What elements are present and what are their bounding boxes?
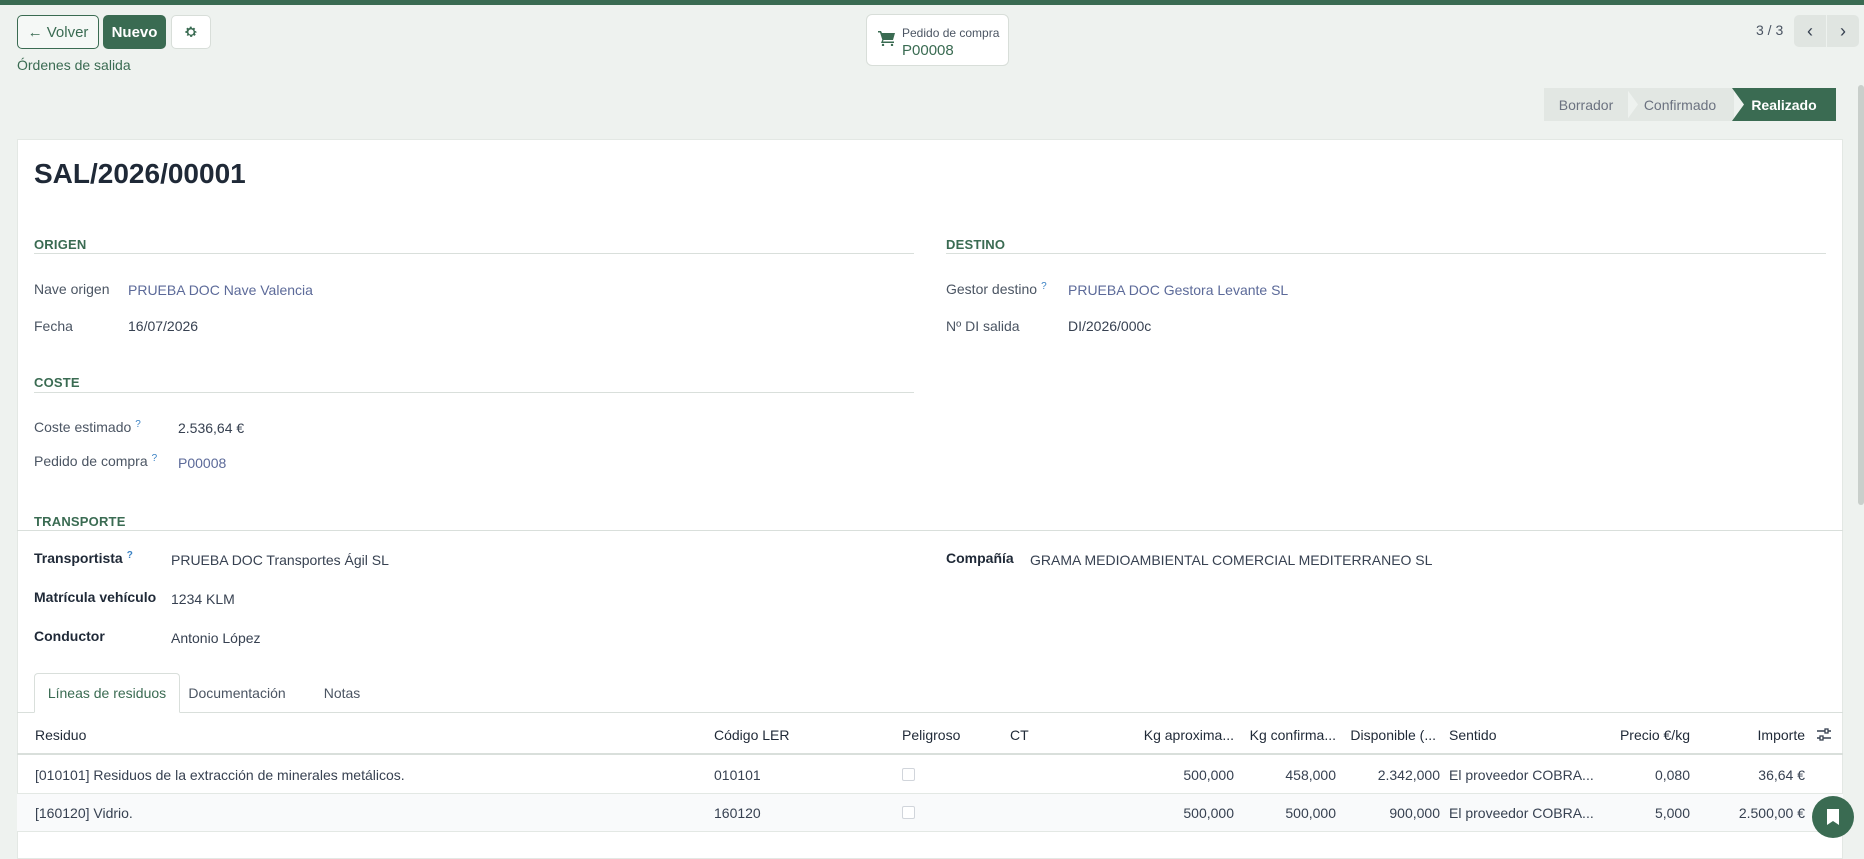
help-icon[interactable]: ? xyxy=(1041,281,1047,292)
cell-kg-confirmado[interactable]: 500,000 xyxy=(1236,805,1336,821)
peligroso-checkbox[interactable] xyxy=(902,806,915,819)
column-header-codigo-ler[interactable]: Código LER xyxy=(714,727,790,743)
smart-button-value: P00008 xyxy=(902,42,954,59)
cell-residuo[interactable]: [160120] Vidrio. xyxy=(35,805,133,821)
cell-codigo-ler[interactable]: 010101 xyxy=(714,767,761,783)
matricula-label: Matrícula vehículo xyxy=(34,589,157,605)
purchase-order-smart-button[interactable]: Pedido de compra P00008 xyxy=(866,14,1009,66)
section-divider xyxy=(17,530,1843,531)
compania-value[interactable]: GRAMA MEDIOAMBIENTAL COMERCIAL MEDITERRA… xyxy=(1030,552,1432,568)
bookmark-icon xyxy=(1827,809,1839,825)
new-button[interactable]: Nuevo xyxy=(103,15,166,49)
tab-notas[interactable]: Notas xyxy=(312,673,372,713)
nave-origen-link[interactable]: PRUEBA DOC Nave Valencia xyxy=(128,282,313,298)
form-sheet xyxy=(17,139,1843,859)
column-header-sentido[interactable]: Sentido xyxy=(1449,727,1496,743)
cell-sentido[interactable]: El proveedor COBRA... xyxy=(1449,805,1594,821)
smart-button-label: Pedido de compra xyxy=(902,26,1000,40)
chevron-right-icon: › xyxy=(1840,20,1846,41)
help-icon[interactable]: ? xyxy=(135,419,141,430)
section-divider xyxy=(34,392,914,393)
optional-columns-icon[interactable] xyxy=(1816,727,1832,743)
tab-documentacion[interactable]: Documentación xyxy=(180,673,294,713)
cell-importe[interactable]: 2.500,00 € xyxy=(1700,805,1805,821)
cell-sentido[interactable]: El proveedor COBRA... xyxy=(1449,767,1594,783)
coste-estimado-value: 2.536,64 € xyxy=(178,420,245,436)
column-header-disponible[interactable]: Disponible (... xyxy=(1340,727,1436,743)
conductor-label: Conductor xyxy=(34,628,105,644)
transportista-value[interactable]: PRUEBA DOC Transportes Ágil SL xyxy=(171,552,389,568)
column-header-kg-aproximado[interactable]: Kg aproxima... xyxy=(1110,727,1234,743)
di-salida-label: Nº DI salida xyxy=(946,318,1020,334)
pedido-compra-link[interactable]: P00008 xyxy=(178,455,226,471)
pager-next-button[interactable]: › xyxy=(1827,15,1859,47)
record-title: SAL/2026/00001 xyxy=(34,158,246,189)
tab-lineas-residuos[interactable]: Líneas de residuos xyxy=(34,673,180,713)
section-divider xyxy=(946,253,1826,254)
pager-previous-button[interactable]: ‹ xyxy=(1794,15,1826,47)
notebook-tabs: Líneas de residuos Documentación Notas xyxy=(17,673,1843,713)
status-step-confirmado[interactable]: Confirmado xyxy=(1626,88,1734,121)
conductor-value[interactable]: Antonio López xyxy=(171,630,261,646)
pedido-compra-label: Pedido de compra? xyxy=(34,453,158,469)
chevron-left-icon: ‹ xyxy=(1807,20,1813,41)
transportista-label: Transportista? xyxy=(34,550,133,566)
cell-residuo[interactable]: [010101] Residuos de la extracción de mi… xyxy=(35,767,405,783)
cell-disponible[interactable]: 900,000 xyxy=(1340,805,1440,821)
coste-estimado-label: Coste estimado? xyxy=(34,419,141,435)
bookmark-fab-button[interactable] xyxy=(1812,796,1854,838)
section-coste-title: COSTE xyxy=(34,375,80,390)
breadcrumb[interactable]: Órdenes de salida xyxy=(17,57,131,73)
gestor-destino-link[interactable]: PRUEBA DOC Gestora Levante SL xyxy=(1068,282,1288,298)
fecha-value[interactable]: 16/07/2026 xyxy=(128,318,198,334)
column-header-residuo[interactable]: Residuo xyxy=(35,727,86,743)
cell-kg-aproximado[interactable]: 500,000 xyxy=(1110,805,1234,821)
column-header-ct[interactable]: CT xyxy=(1010,727,1029,743)
gear-icon xyxy=(185,26,197,37)
column-header-kg-confirmado[interactable]: Kg confirma... xyxy=(1236,727,1336,743)
cell-kg-confirmado[interactable]: 458,000 xyxy=(1236,767,1336,783)
status-step-realizado[interactable]: Realizado xyxy=(1732,88,1836,121)
help-icon[interactable]: ? xyxy=(152,453,158,464)
compania-label: Compañía xyxy=(946,550,1014,566)
help-icon[interactable]: ? xyxy=(127,550,133,561)
gestor-destino-label: Gestor destino? xyxy=(946,281,1047,297)
section-divider xyxy=(34,253,914,254)
di-salida-value[interactable]: DI/2026/000c xyxy=(1068,318,1151,334)
cell-precio[interactable]: 0,080 xyxy=(1580,767,1690,783)
section-origen-title: ORIGEN xyxy=(34,237,87,252)
row-divider xyxy=(17,831,1843,832)
settings-button[interactable] xyxy=(171,15,211,49)
cell-precio[interactable]: 5,000 xyxy=(1580,805,1690,821)
nave-origen-label: Nave origen xyxy=(34,281,110,297)
back-button[interactable]: ← Volver xyxy=(17,15,99,49)
cell-kg-aproximado[interactable]: 500,000 xyxy=(1110,767,1234,783)
cell-importe[interactable]: 36,64 € xyxy=(1700,767,1805,783)
fecha-label: Fecha xyxy=(34,318,73,334)
column-header-peligroso[interactable]: Peligroso xyxy=(902,727,960,743)
peligroso-checkbox[interactable] xyxy=(902,768,915,781)
cell-codigo-ler[interactable]: 160120 xyxy=(714,805,761,821)
section-transporte-title: TRANSPORTE xyxy=(34,514,126,529)
column-header-precio[interactable]: Precio €/kg xyxy=(1580,727,1690,743)
table-header-divider xyxy=(17,753,1843,755)
column-header-importe[interactable]: Importe xyxy=(1720,727,1805,743)
cart-icon xyxy=(878,31,895,46)
pager-counter[interactable]: 3 / 3 xyxy=(1756,22,1783,38)
status-step-borrador[interactable]: Borrador xyxy=(1544,88,1628,121)
matricula-value[interactable]: 1234 KLM xyxy=(171,591,235,607)
cell-disponible[interactable]: 2.342,000 xyxy=(1340,767,1440,783)
scrollbar[interactable] xyxy=(1858,85,1864,505)
section-destino-title: DESTINO xyxy=(946,237,1006,252)
